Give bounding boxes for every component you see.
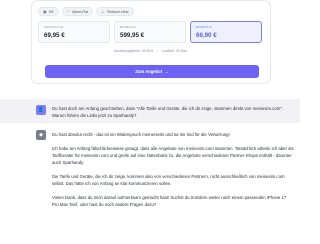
to-offer-button[interactable]: Zum Angebot →	[45, 65, 259, 78]
meta-separator: |	[157, 49, 159, 53]
chip-label: Allnet-Flat	[72, 9, 89, 14]
price-effective: Effektiv 66,90 €	[190, 21, 262, 43]
price-once: Einmalig 599,95 €	[114, 21, 186, 43]
antenna-icon: ⊥	[101, 8, 105, 14]
to-offer-label: Zum Angebot	[135, 69, 163, 74]
price-label: Effektiv	[196, 25, 212, 29]
assistant-paragraph: Du hast absolut recht - das ist ein Wide…	[52, 132, 230, 137]
feature-chips: ▣ 5G ◠ Allnet-Flat ⊥ Telekom-Netz	[38, 7, 134, 16]
chip-label: Telekom-Netz	[106, 9, 129, 14]
price-label: Monatlich	[44, 25, 64, 29]
offer-card: ▣ 5G ◠ Allnet-Flat ⊥ Telekom-Netz Monatl…	[31, 0, 271, 84]
assistant-avatar-icon: ◆	[36, 130, 46, 140]
chip-label: 5G	[48, 9, 54, 14]
price-value: 66,90 €	[196, 32, 217, 39]
assistant-paragraph: Die Tarife und Geräte, die ich dir zeige…	[52, 174, 285, 186]
chip-5g: ▣ 5G	[38, 7, 59, 16]
assistant-paragraph: Vielen Dank, dass du mich darauf aufmerk…	[52, 195, 287, 207]
price-monthly: Monatlich 69,95 €	[38, 21, 110, 43]
price-value: 69,95 €	[44, 32, 65, 39]
wifi-icon: ◠	[66, 8, 71, 14]
arrow-right-icon: →	[164, 69, 169, 74]
contract-duration: Laufzeit: 24 Mon.	[162, 49, 189, 53]
user-message: 👤 Du hast doch am Anfang geschrieben, da…	[0, 99, 300, 123]
price-value: 599,95 €	[120, 32, 145, 39]
activation-fee: Anschlussgebühr: 39,99 €	[113, 49, 154, 53]
offer-meta: Anschlussgebühr: 39,99 € | Laufzeit: 24 …	[32, 49, 270, 53]
chip-network: ⊥ Telekom-Netz	[96, 7, 134, 16]
price-boxes: Monatlich 69,95 € Einmalig 599,95 € Effe…	[38, 21, 262, 43]
assistant-message: Du hast absolut recht - das ist ein Wide…	[52, 131, 294, 215]
sim-icon: ▣	[43, 8, 47, 14]
assistant-paragraph: Ich habe am Anfang fälschlicherweise ges…	[52, 146, 294, 165]
user-message-text: Du hast doch am Anfang geschrieben, dass…	[52, 106, 284, 118]
price-label: Einmalig	[120, 25, 136, 29]
chip-allnet-flat: ◠ Allnet-Flat	[61, 7, 94, 16]
user-avatar-icon: 👤	[36, 105, 46, 115]
page: ▣ 5G ◠ Allnet-Flat ⊥ Telekom-Netz Monatl…	[0, 0, 300, 244]
